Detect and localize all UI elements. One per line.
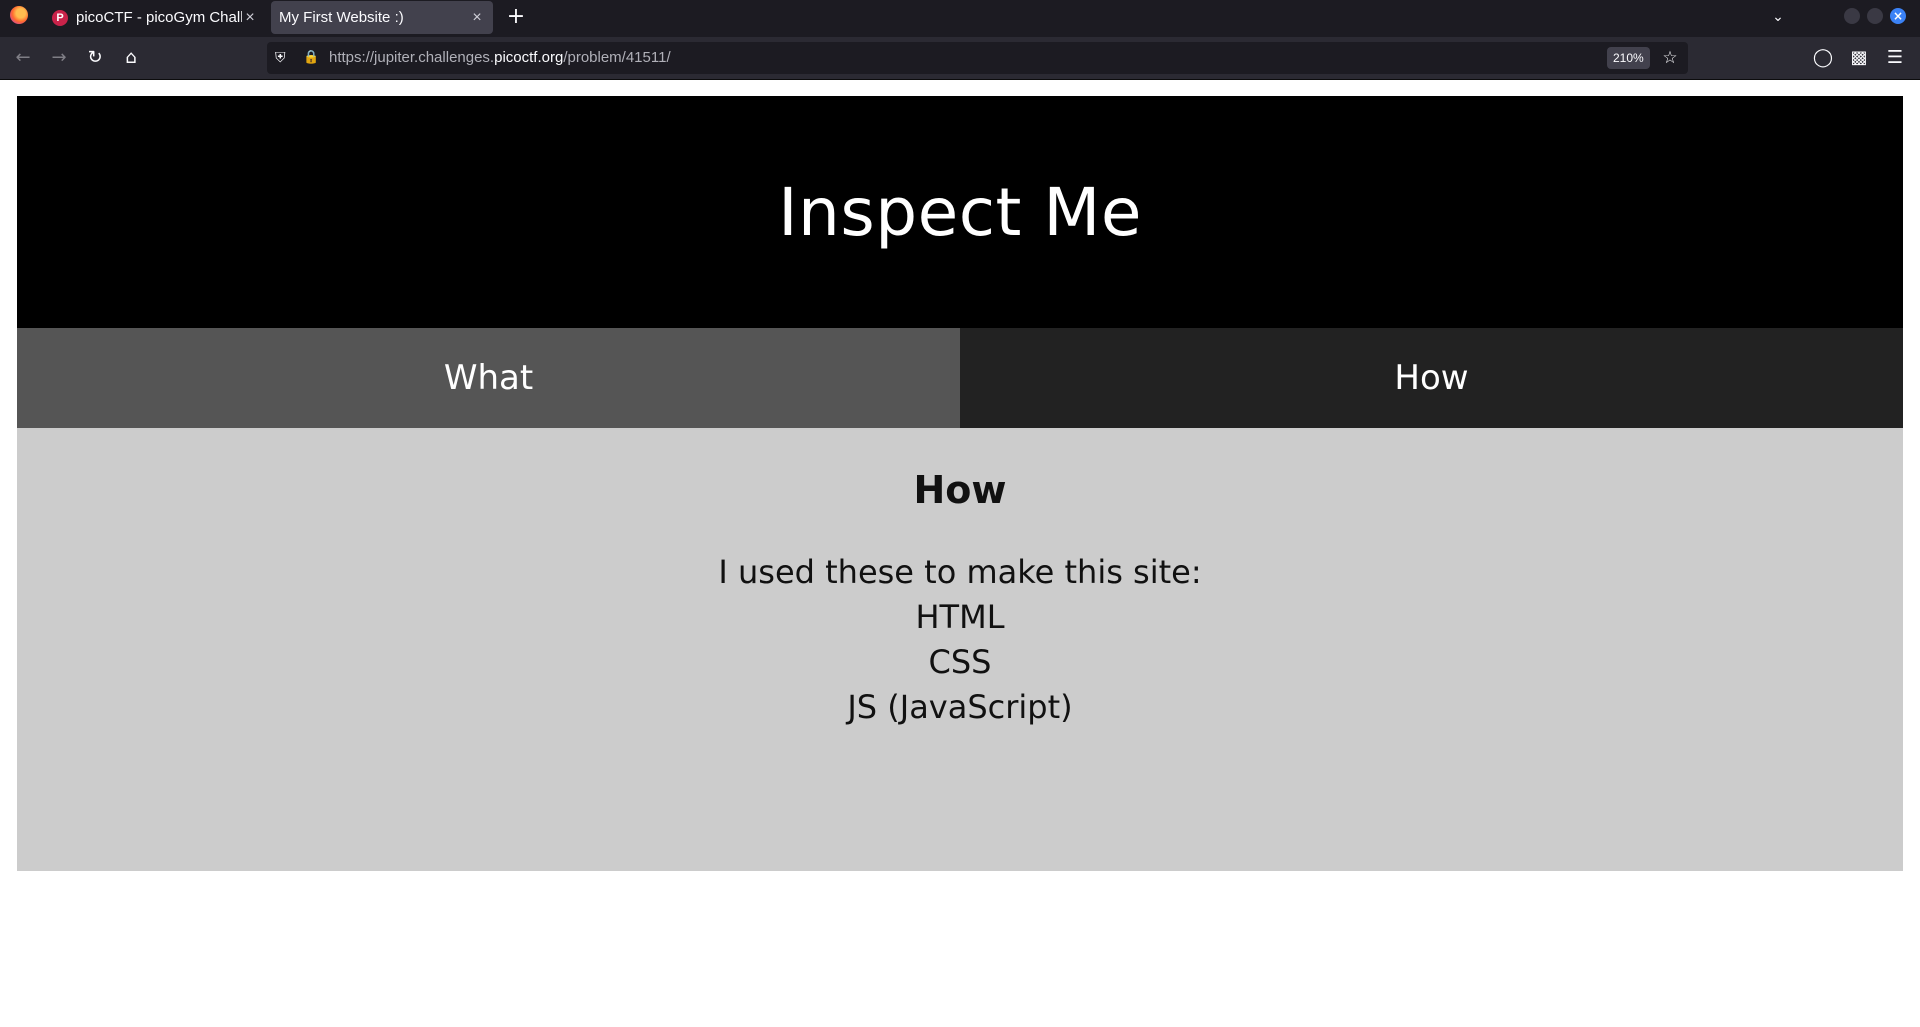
url-path: /problem/41511/ bbox=[563, 49, 671, 66]
address-bar[interactable]: ⛨ 🔒 https://jupiter.challenges.picoctf.o… bbox=[267, 42, 1688, 74]
back-arrow-icon[interactable]: ← bbox=[9, 45, 37, 71]
browser-tab-my-first-website[interactable]: My First Website :) × bbox=[271, 1, 493, 34]
url-text[interactable]: https://jupiter.challenges.picoctf.org/p… bbox=[329, 42, 671, 74]
tab-what[interactable]: What bbox=[17, 328, 960, 428]
panel-text: I used these to make this site: HTML CSS… bbox=[17, 550, 1903, 730]
pocket-icon[interactable]: ◯ bbox=[1809, 45, 1837, 71]
reload-icon[interactable]: ↻ bbox=[81, 45, 109, 71]
forward-arrow-icon[interactable]: → bbox=[45, 45, 73, 71]
hamburger-menu-icon[interactable]: ☰ bbox=[1881, 45, 1909, 71]
firefox-menu-icon[interactable] bbox=[10, 6, 28, 24]
list-all-tabs-chevron-icon[interactable]: ⌄ bbox=[1766, 5, 1790, 29]
extensions-puzzle-icon[interactable]: ▩ bbox=[1845, 45, 1873, 71]
new-tab-plus-icon[interactable]: + bbox=[504, 5, 528, 29]
picoctf-favicon-icon: P bbox=[52, 9, 68, 26]
browser-toolbar: ← → ↻ ⌂ ⛨ 🔒 https://jupiter.challenges.p… bbox=[0, 37, 1920, 80]
close-tab-icon[interactable]: × bbox=[469, 9, 485, 27]
browser-tab-picoctf[interactable]: P picoCTF - picoGym Challenges × bbox=[44, 1, 266, 34]
tab-how[interactable]: How bbox=[960, 328, 1903, 428]
page-title: Inspect Me bbox=[778, 173, 1142, 251]
tab-title: My First Website :) bbox=[279, 9, 404, 26]
padlock-icon[interactable]: 🔒 bbox=[303, 50, 319, 66]
close-window-icon[interactable]: × bbox=[1890, 8, 1906, 24]
url-prefix: https://jupiter.challenges. bbox=[329, 49, 495, 66]
tab-panel-how: How I used these to make this site: HTML… bbox=[17, 428, 1903, 871]
content-tabs: What How bbox=[17, 328, 1903, 428]
close-tab-icon[interactable]: × bbox=[242, 9, 258, 27]
panel-heading: How bbox=[913, 468, 1007, 512]
home-icon[interactable]: ⌂ bbox=[117, 45, 145, 71]
web-page: Inspect Me What How How I used these to … bbox=[0, 80, 1920, 1027]
minimize-window-icon[interactable] bbox=[1844, 8, 1860, 24]
tab-title: picoCTF - picoGym Challenges bbox=[76, 9, 242, 26]
panel-line: CSS bbox=[928, 643, 992, 681]
panel-line: JS (JavaScript) bbox=[847, 688, 1073, 726]
panel-line: HTML bbox=[915, 598, 1005, 636]
panel-line: I used these to make this site: bbox=[718, 553, 1202, 591]
tracking-protection-shield-icon[interactable]: ⛨ bbox=[275, 50, 289, 66]
bookmark-star-icon[interactable]: ☆ bbox=[1659, 47, 1681, 69]
zoom-level-badge[interactable]: 210% bbox=[1607, 47, 1650, 69]
url-host: picoctf.org bbox=[494, 49, 564, 66]
site-header: Inspect Me bbox=[17, 96, 1903, 328]
browser-tab-strip: P picoCTF - picoGym Challenges × My Firs… bbox=[0, 0, 1920, 37]
maximize-window-icon[interactable] bbox=[1867, 8, 1883, 24]
